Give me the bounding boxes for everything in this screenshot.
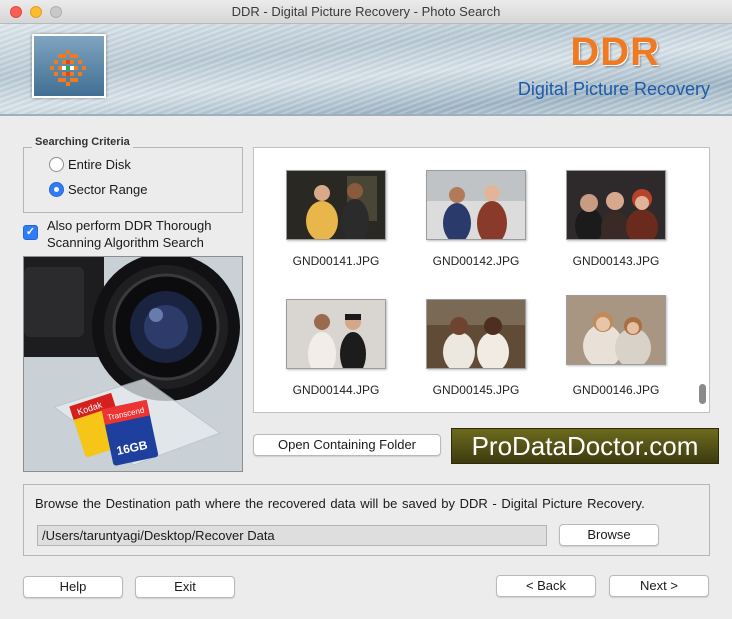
photo-filename-2: GND00142.JPG — [432, 254, 520, 268]
photo-thumbnail-1[interactable] — [286, 170, 386, 240]
searching-criteria-title: Searching Criteria — [32, 136, 133, 148]
camera-illustration: Kodak Transcend 16GB — [23, 256, 243, 472]
destination-path-field[interactable]: /Users/taruntyagi/Desktop/Recover Data — [37, 525, 547, 546]
open-containing-folder-button[interactable]: Open Containing Folder — [253, 434, 441, 456]
prodatadoctor-banner: ProDataDoctor.com — [451, 428, 719, 464]
photo-thumbnail-4[interactable] — [286, 299, 386, 369]
back-button[interactable]: < Back — [496, 575, 596, 597]
recovered-photos-grid: GND00141.JPG GND00142.JPG GND00143.JPG G… — [253, 147, 710, 413]
thorough-scan-checkbox[interactable]: ✓ — [23, 225, 38, 240]
thorough-scan-option[interactable]: ✓ Also perform DDR Thorough Scanning Alg… — [23, 217, 245, 251]
window-title: DDR - Digital Picture Recovery - Photo S… — [231, 4, 501, 19]
exit-button[interactable]: Exit — [135, 576, 235, 598]
sector-range-option[interactable]: Sector Range — [49, 182, 148, 197]
thorough-scan-label: Also perform DDR Thorough Scanning Algor… — [47, 218, 212, 250]
checker-logo-icon — [50, 50, 86, 86]
photo-filename-3: GND00143.JPG — [572, 254, 660, 268]
camera-memory-card-picture: Kodak Transcend 16GB — [24, 257, 242, 471]
title-bar: DDR - Digital Picture Recovery - Photo S… — [0, 0, 732, 24]
photo-filename-6: GND00146.JPG — [572, 383, 660, 397]
help-button[interactable]: Help — [23, 576, 123, 598]
entire-disk-option[interactable]: Entire Disk — [49, 157, 131, 172]
photo-thumbnail-3[interactable] — [566, 170, 666, 240]
entire-disk-radio[interactable] — [49, 157, 64, 172]
photo-thumbnail-2[interactable] — [426, 170, 526, 240]
photo-filename-5: GND00145.JPG — [432, 383, 520, 397]
entire-disk-label: Entire Disk — [68, 157, 131, 172]
photo-filename-4: GND00144.JPG — [292, 383, 380, 397]
sector-range-label: Sector Range — [68, 182, 148, 197]
next-button[interactable]: Next > — [609, 575, 709, 597]
brand-name: DDR — [570, 30, 660, 74]
photo-thumbnail-6[interactable] — [566, 295, 666, 365]
sector-range-radio[interactable] — [49, 182, 64, 197]
app-banner: DDR Digital Picture Recovery — [0, 24, 732, 116]
results-scrollbar[interactable] — [699, 384, 706, 404]
photo-thumbnail-5[interactable] — [426, 299, 526, 369]
brand-subtitle: Digital Picture Recovery — [517, 79, 710, 99]
browse-button[interactable]: Browse — [559, 524, 659, 546]
photo-filename-1: GND00141.JPG — [292, 254, 380, 268]
app-logo — [32, 34, 106, 98]
destination-description: Browse the Destination path where the re… — [35, 496, 645, 511]
destination-group: Browse the Destination path where the re… — [23, 484, 710, 556]
